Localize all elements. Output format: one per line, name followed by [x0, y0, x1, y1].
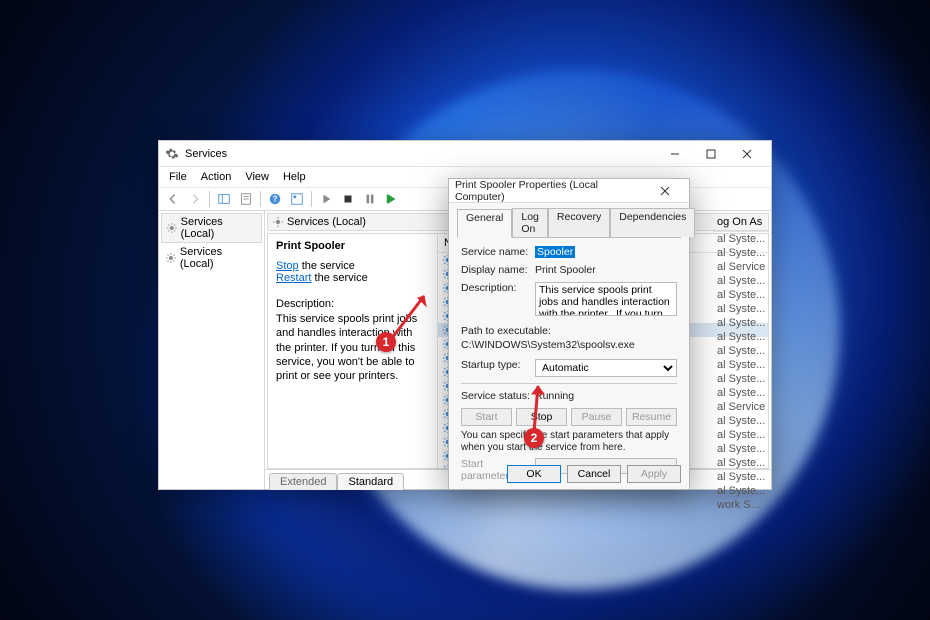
logon-cell: al Syste...: [713, 302, 769, 316]
tab-logon[interactable]: Log On: [512, 208, 548, 237]
services-title: Services: [185, 148, 657, 160]
label-service-name: Service name:: [461, 246, 531, 258]
start-button: Start: [461, 408, 512, 426]
selected-service-name: Print Spooler: [276, 240, 429, 252]
logon-cell: al Syste...: [713, 442, 769, 456]
tab-standard[interactable]: Standard: [337, 473, 404, 490]
tab-extended[interactable]: Extended: [269, 473, 337, 490]
callout-1: 1: [376, 332, 396, 352]
gear-icon: [165, 252, 177, 264]
logon-cell: al Syste...: [713, 456, 769, 470]
stop-button[interactable]: [338, 189, 358, 209]
apply-button: Apply: [627, 465, 681, 483]
pause-button: Pause: [571, 408, 622, 426]
dialog-body: Service name: Spooler Display name: Prin…: [457, 237, 681, 492]
logon-cell: al Syste...: [713, 316, 769, 330]
logon-cell: al Syste...: [713, 484, 769, 498]
label-display-name: Display name:: [461, 264, 531, 276]
startup-type-select[interactable]: Automatic: [535, 359, 677, 377]
value-path: C:\WINDOWS\System32\spoolsv.exe: [461, 339, 677, 351]
logon-cell: al Syste...: [713, 414, 769, 428]
tree-header: Services (Local): [161, 213, 262, 243]
properties-dialog: Print Spooler Properties (Local Computer…: [448, 178, 690, 490]
dialog-title: Print Spooler Properties (Local Computer…: [455, 179, 647, 203]
logon-cell: al Syste...: [713, 274, 769, 288]
logon-column: og On As al Syste...al Syste...al Servic…: [713, 213, 769, 512]
logon-cell: al Syste...: [713, 246, 769, 260]
callout-2: 2: [524, 428, 544, 448]
service-info-panel: Print Spooler Stop the service Restart t…: [268, 234, 438, 468]
console-tree-pane: Services (Local) Services (Local): [159, 211, 265, 489]
forward-button[interactable]: [185, 189, 205, 209]
show-hide-tree-button[interactable]: [214, 189, 234, 209]
dialog-close-button[interactable]: [647, 178, 683, 204]
ok-button[interactable]: OK: [507, 465, 561, 483]
close-button[interactable]: [729, 141, 765, 167]
logon-cell: al Syste...: [713, 372, 769, 386]
value-description[interactable]: [535, 282, 677, 316]
logon-cell: al Syste...: [713, 344, 769, 358]
logon-cell: al Syste...: [713, 358, 769, 372]
logon-cell: al Service: [713, 400, 769, 414]
gear-icon: [166, 222, 178, 234]
logon-cell: al Syste...: [713, 428, 769, 442]
label-startup: Startup type:: [461, 359, 531, 371]
value-display-name: Print Spooler: [535, 264, 677, 276]
services-titlebar[interactable]: Services: [159, 141, 771, 167]
dialog-titlebar[interactable]: Print Spooler Properties (Local Computer…: [449, 179, 689, 203]
tab-general[interactable]: General: [457, 209, 512, 238]
dialog-tabs: General Log On Recovery Dependencies: [449, 203, 689, 237]
resume-button: Resume: [626, 408, 677, 426]
refresh-button[interactable]: [287, 189, 307, 209]
value-service-name[interactable]: Spooler: [535, 246, 575, 258]
dialog-footer: OK Cancel Apply: [507, 465, 681, 483]
back-button[interactable]: [163, 189, 183, 209]
label-description: Description:: [461, 282, 531, 294]
cancel-button[interactable]: Cancel: [567, 465, 621, 483]
tab-dependencies[interactable]: Dependencies: [610, 208, 695, 237]
label-path: Path to executable:: [461, 325, 677, 337]
tree-item-services-local[interactable]: Services (Local): [161, 243, 262, 273]
logon-cell: al Syste...: [713, 470, 769, 484]
export-list-button[interactable]: [236, 189, 256, 209]
menu-action[interactable]: Action: [195, 169, 238, 185]
logon-cell: al Syste...: [713, 330, 769, 344]
maximize-button[interactable]: [693, 141, 729, 167]
logon-cell: al Syste...: [713, 288, 769, 302]
start-params-hint: You can specify the start parameters tha…: [461, 430, 677, 454]
logon-cell: al Syste...: [713, 232, 769, 246]
play-button[interactable]: [316, 189, 336, 209]
menu-view[interactable]: View: [239, 169, 275, 185]
pause-button[interactable]: [360, 189, 380, 209]
gear-icon: [272, 216, 284, 228]
tab-recovery[interactable]: Recovery: [548, 208, 610, 237]
menu-file[interactable]: File: [163, 169, 193, 185]
restart-button[interactable]: [382, 189, 402, 209]
svg-text:?: ?: [273, 195, 278, 204]
logon-cell: al Syste...: [713, 386, 769, 400]
column-logon[interactable]: og On As: [713, 213, 769, 232]
help-button[interactable]: ?: [265, 189, 285, 209]
logon-cell: al Service: [713, 260, 769, 274]
menu-help[interactable]: Help: [277, 169, 312, 185]
logon-cell: work S...: [713, 498, 769, 512]
stop-service-link[interactable]: Stop: [276, 260, 299, 272]
services-app-icon: [165, 147, 179, 161]
minimize-button[interactable]: [657, 141, 693, 167]
restart-service-link[interactable]: Restart: [276, 272, 311, 284]
